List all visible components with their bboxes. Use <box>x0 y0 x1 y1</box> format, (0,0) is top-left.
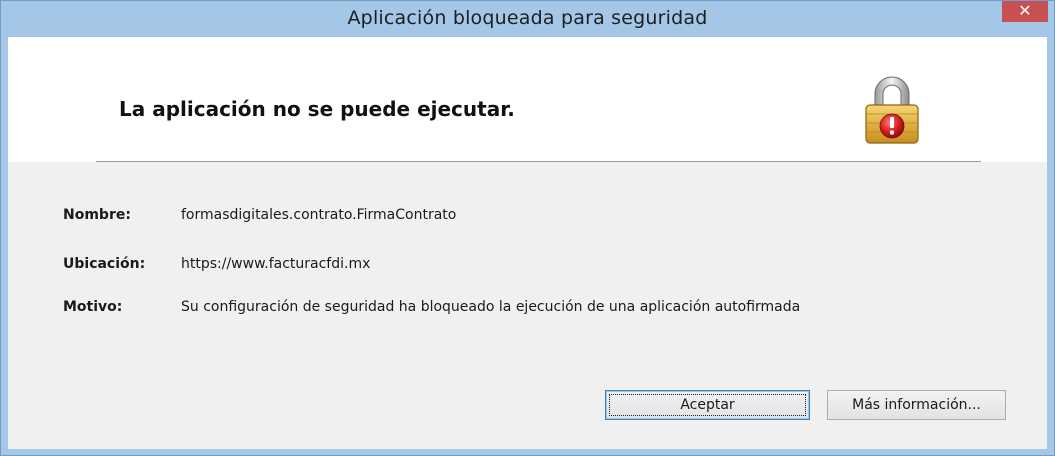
detail-row-name: Nombre: formasdigitales.contrato.FirmaCon… <box>63 207 456 223</box>
title-bar[interactable]: Aplicación bloqueada para seguridad ✕ <box>1 1 1054 37</box>
detail-row-location: Ubicación: https://www.facturacfdi.mx <box>63 256 370 272</box>
dialog-client: La aplicación no se puede ejecutar. Nomb… <box>8 37 1047 449</box>
close-button[interactable]: ✕ <box>1002 1 1048 22</box>
detail-row-reason: Motivo: Su configuración de seguridad ha … <box>63 299 800 315</box>
name-value: formasdigitales.contrato.FirmaContrato <box>181 207 457 223</box>
more-info-button-label: Más información... <box>852 397 981 413</box>
security-dialog: Aplicación bloqueada para seguridad ✕ La… <box>0 0 1055 456</box>
name-label: Nombre: <box>63 207 131 223</box>
focus-rectangle <box>609 394 806 416</box>
reason-label: Motivo: <box>63 299 123 315</box>
padlock-warning-icon <box>865 76 919 144</box>
close-icon: ✕ <box>1018 1 1032 20</box>
location-value: https://www.facturacfdi.mx <box>181 256 371 272</box>
dialog-body: Nombre: formasdigitales.contrato.FirmaCon… <box>8 162 1047 449</box>
reason-value: Su configuración de seguridad ha bloquea… <box>181 299 801 315</box>
window-title: Aplicación bloqueada para seguridad <box>347 7 708 29</box>
location-label: Ubicación: <box>63 256 146 272</box>
dialog-header: La aplicación no se puede ejecutar. <box>8 37 1047 160</box>
accept-button[interactable]: Aceptar <box>605 390 810 420</box>
dialog-heading: La aplicación no se puede ejecutar. <box>119 97 515 121</box>
more-info-button[interactable]: Más información... <box>827 390 1006 420</box>
